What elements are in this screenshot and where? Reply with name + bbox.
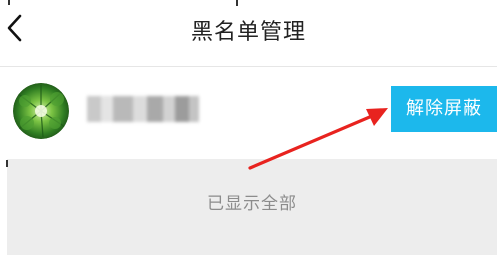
crop-mark	[8, 0, 10, 5]
list-end-area: 已显示全部	[7, 159, 497, 255]
crop-mark	[6, 160, 8, 167]
header-bar: 黑名单管理	[0, 0, 497, 67]
blacklist-page: 黑名单管理 解除屏蔽 已显示全部	[0, 0, 497, 255]
all-shown-text: 已显示全部	[207, 194, 297, 214]
avatar-image	[13, 83, 69, 139]
list-item: 解除屏蔽	[0, 67, 497, 155]
page-title: 黑名单管理	[190, 20, 306, 45]
avatar[interactable]	[13, 83, 69, 139]
unblock-button[interactable]: 解除屏蔽	[391, 86, 497, 132]
crop-mark	[236, 0, 238, 6]
user-name-redacted	[87, 96, 199, 122]
